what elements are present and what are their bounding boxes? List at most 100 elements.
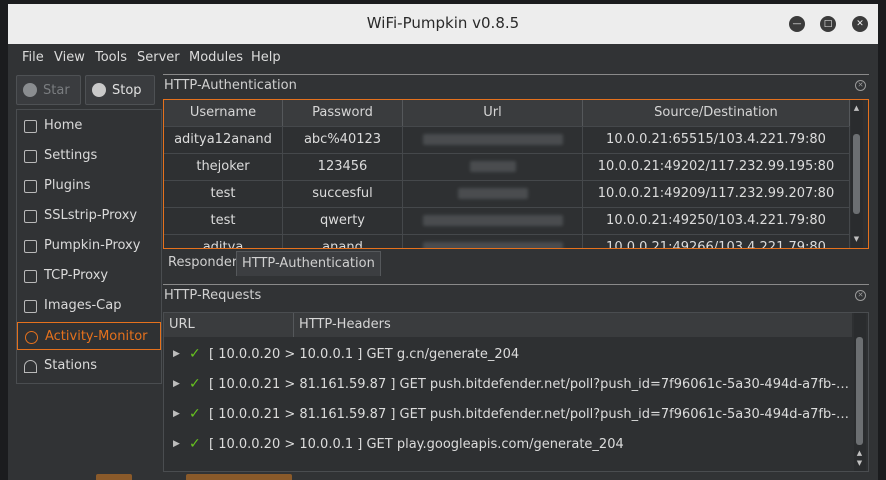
table-row[interactable]: test qwerty 10.0.0.21:49250/103.4.221.79…: [164, 207, 850, 235]
sidebar-item-activity-monitor[interactable]: Activity-Monitor: [17, 322, 161, 350]
start-label: Star: [43, 83, 70, 98]
list-item[interactable]: ▶ ✓ [ 10.0.0.21 > 81.161.59.87 ] GET pus…: [164, 401, 852, 431]
col-source-destination[interactable]: Source/Destination: [583, 100, 850, 126]
status-badge: [96, 474, 132, 480]
status-badge: [186, 474, 292, 480]
menu-server[interactable]: Server: [137, 50, 180, 65]
request-text: [ 10.0.0.21 > 81.161.59.87 ] GET push.bi…: [209, 407, 849, 422]
tab-responder[interactable]: Responder: [163, 251, 242, 276]
cell-password: abc%40123: [283, 127, 403, 154]
menu-view[interactable]: View: [54, 50, 85, 65]
cell-url-redacted: [403, 154, 583, 181]
maximize-button[interactable]: □: [820, 16, 836, 32]
menu-tools[interactable]: Tools: [95, 50, 127, 65]
requests-tree: URL HTTP-Headers ▶ ✓ [ 10.0.0.20 > 10.0.…: [163, 312, 869, 472]
sidebar-item-label: Activity-Monitor: [45, 329, 148, 344]
col-url[interactable]: URL: [164, 313, 294, 337]
cell-password: 123456: [283, 154, 403, 181]
window-title: WiFi-Pumpkin v0.8.5: [366, 14, 520, 32]
stop-label: Stop: [112, 83, 142, 98]
sidebar-item-plugins[interactable]: Plugins: [17, 172, 161, 200]
sidebar-item-pumpkin-proxy[interactable]: Pumpkin-Proxy: [17, 232, 161, 260]
sidebar-item-settings[interactable]: Settings: [17, 142, 161, 170]
scroll-down-icon[interactable]: ▼: [852, 235, 861, 244]
table-row[interactable]: thejoker 123456 10.0.0.21:49202/117.232.…: [164, 153, 850, 181]
requests-panel-title: HTTP-Requests: [164, 288, 262, 303]
expand-arrow-icon[interactable]: ▶: [173, 439, 180, 449]
home-icon: [24, 120, 37, 133]
expand-arrow-icon[interactable]: ▶: [173, 349, 180, 359]
auth-panel-title: HTTP-Authentication: [164, 78, 297, 93]
col-url[interactable]: Url: [403, 100, 583, 126]
col-username[interactable]: Username: [164, 100, 283, 126]
auth-table: Username Password Url Source/Destination…: [163, 99, 869, 249]
sidebar-item-tcp-proxy[interactable]: TCP-Proxy: [17, 262, 161, 290]
menu-file[interactable]: File: [22, 50, 44, 65]
plugins-icon: [24, 180, 37, 193]
col-http-headers[interactable]: HTTP-Headers: [294, 313, 852, 337]
scrollbar-thumb[interactable]: [856, 337, 863, 445]
list-item[interactable]: ▶ ✓ [ 10.0.0.20 > 10.0.0.1 ] GET g.cn/ge…: [164, 341, 852, 371]
auth-table-header: Username Password Url Source/Destination: [164, 100, 850, 126]
sidebar-item-images-cap[interactable]: Images-Cap: [17, 292, 161, 320]
play-icon: [23, 83, 37, 97]
expand-arrow-icon[interactable]: ▶: [173, 379, 180, 389]
table-row[interactable]: aditya anand 10.0.0.21:49266/103.4.221.7…: [164, 234, 850, 248]
sidebar-item-label: TCP-Proxy: [44, 268, 109, 283]
table-row[interactable]: test succesful 10.0.0.21:49209/117.232.9…: [164, 180, 850, 208]
cell-password: succesful: [283, 181, 403, 208]
close-button[interactable]: ✕: [852, 16, 868, 32]
scroll-up-icon[interactable]: ▲: [855, 449, 864, 458]
start-button[interactable]: Star: [16, 75, 81, 105]
requests-panel-close-icon[interactable]: ✕: [855, 290, 866, 301]
cell-username: test: [164, 181, 283, 208]
scroll-down-icon[interactable]: ▼: [855, 459, 864, 468]
sslstrip-icon: [24, 210, 37, 223]
sidebar-item-label: Home: [44, 118, 83, 133]
sidebar-item-label: Pumpkin-Proxy: [44, 238, 141, 253]
cell-url-redacted: [403, 181, 583, 208]
tab-http-authentication[interactable]: HTTP-Authentication: [236, 251, 381, 276]
cell-username: aditya: [164, 235, 283, 248]
sidebar-item-label: SSLstrip-Proxy: [44, 208, 138, 223]
cell-source-destination: 10.0.0.21:65515/103.4.221.79:80: [583, 127, 850, 154]
cell-source-destination: 10.0.0.21:49250/103.4.221.79:80: [583, 208, 850, 235]
expand-arrow-icon[interactable]: ▶: [173, 409, 180, 419]
col-password[interactable]: Password: [283, 100, 403, 126]
request-text: [ 10.0.0.21 > 81.161.59.87 ] GET push.bi…: [209, 377, 849, 392]
sidebar-item-stations[interactable]: Stations: [17, 352, 161, 380]
cell-username: test: [164, 208, 283, 235]
images-icon: [24, 300, 37, 313]
list-item[interactable]: ▶ ✓ [ 10.0.0.20 > 10.0.0.1 ] GET play.go…: [164, 431, 852, 461]
check-icon: ✓: [189, 346, 201, 362]
menu-help[interactable]: Help: [251, 50, 281, 65]
sidebar-item-home[interactable]: Home: [17, 112, 161, 140]
cell-url-redacted: [403, 235, 583, 248]
check-icon: ✓: [189, 376, 201, 392]
minimize-button[interactable]: —: [789, 16, 805, 32]
auth-panel-close-icon[interactable]: ✕: [855, 80, 866, 91]
sidebar-item-sslstrip-proxy[interactable]: SSLstrip-Proxy: [17, 202, 161, 230]
stop-icon: [92, 83, 106, 97]
request-text: [ 10.0.0.20 > 10.0.0.1 ] GET g.cn/genera…: [209, 347, 520, 362]
menu-bar: File View Tools Server Modules Help: [8, 44, 878, 72]
sidebar-item-label: Images-Cap: [44, 298, 122, 313]
request-text: [ 10.0.0.20 > 10.0.0.1 ] GET play.google…: [209, 437, 624, 452]
scroll-up-icon[interactable]: ▲: [852, 104, 861, 113]
menu-modules[interactable]: Modules: [189, 50, 243, 65]
check-icon: ✓: [189, 436, 201, 452]
requests-scrollbar[interactable]: ▲ ▼: [854, 313, 866, 471]
title-bar: WiFi-Pumpkin v0.8.5 — □ ✕: [8, 4, 878, 44]
cell-source-destination: 10.0.0.21:49202/117.232.99.195:80: [583, 154, 850, 181]
panel-divider: [163, 284, 869, 285]
sidebar-item-label: Stations: [44, 358, 97, 373]
auth-table-scrollbar[interactable]: ▲ ▼: [851, 100, 863, 248]
table-row[interactable]: aditya12anand abc%40123 10.0.0.21:65515/…: [164, 126, 850, 154]
proxy-icon: [24, 240, 37, 253]
settings-icon: [24, 150, 37, 163]
scrollbar-thumb[interactable]: [853, 134, 860, 214]
stop-button[interactable]: Stop: [85, 75, 155, 105]
check-icon: ✓: [189, 406, 201, 422]
list-item[interactable]: ▶ ✓ [ 10.0.0.21 > 81.161.59.87 ] GET pus…: [164, 371, 852, 401]
cell-password: anand: [283, 235, 403, 248]
